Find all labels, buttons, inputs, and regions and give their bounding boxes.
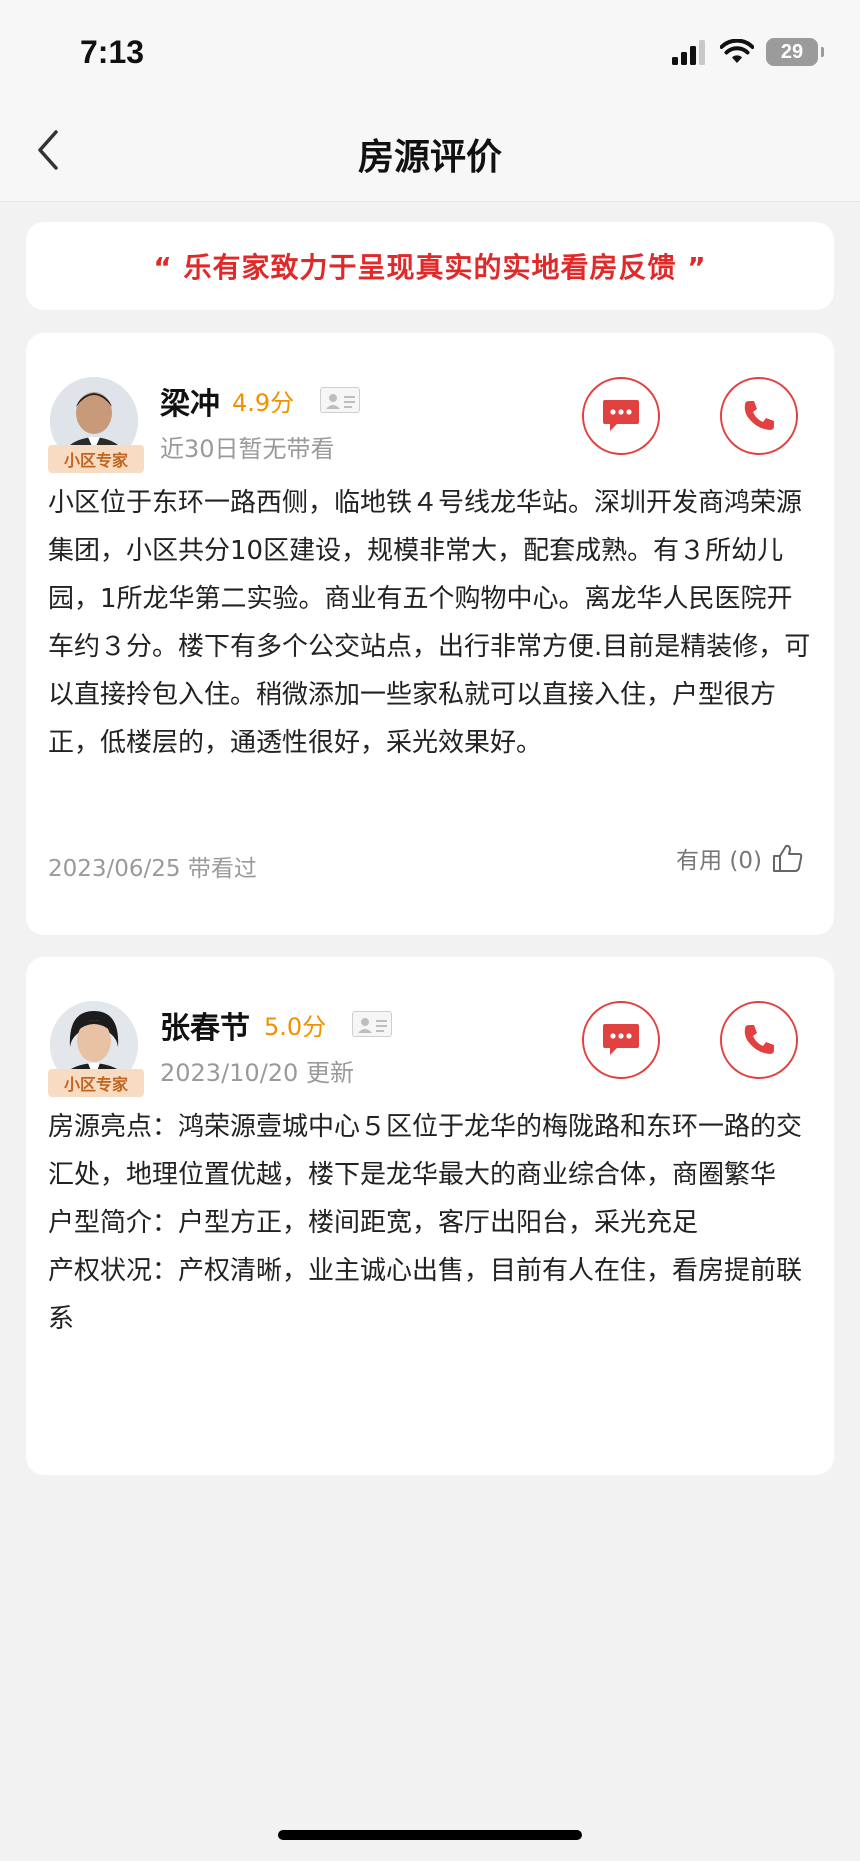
status-bar: 7:13 29 [0, 0, 860, 100]
expert-badge: 小区专家 [48, 445, 144, 473]
nav-bar: 房源评价 [0, 100, 860, 202]
business-card-icon[interactable] [320, 387, 360, 413]
home-indicator [278, 1830, 582, 1840]
phone-icon [744, 401, 774, 430]
phone-icon [744, 1025, 774, 1054]
review-text: 房源亮点：鸿荣源壹城中心５区位于龙华的梅陇路和东环一路的交汇处，地理位置优越，楼… [48, 1112, 803, 1334]
signal-icon [672, 40, 705, 65]
avatar-wrapper[interactable]: 小区专家 [48, 377, 148, 477]
status-time: 7:13 [80, 34, 145, 70]
message-button[interactable] [582, 377, 660, 455]
battery-icon: 29 [766, 38, 824, 66]
review-date: 2023/06/25 带看过 [48, 856, 257, 882]
page-title: 房源评价 [357, 137, 502, 178]
status-icons: 29 [672, 38, 824, 66]
slogan-banner: “ 乐有家致力于呈现真实的实地看房反馈 ” [26, 222, 834, 310]
chat-icon [603, 1024, 639, 1055]
call-button[interactable] [720, 377, 798, 455]
business-card-icon[interactable] [352, 1011, 392, 1037]
call-button[interactable] [720, 1001, 798, 1079]
useful-label: 有用 (0) [676, 848, 762, 874]
agent-score: 4.9分 [232, 389, 295, 417]
agent-name: 张春节 [160, 1011, 250, 1046]
wifi-icon [720, 39, 754, 63]
review-text: 小区位于东环一路西侧，临地铁４号线龙华站。深圳开发商鸿荣源集团，小区共分10区建… [48, 488, 811, 758]
review-card: 小区专家 梁冲 4.9分 近30日暂无带看 小区位于东环一路西侧，临地铁４号线龙… [26, 333, 834, 935]
thumbs-up-icon [773, 844, 803, 872]
agent-updated: 2023/10/20 更新 [160, 1059, 354, 1087]
chat-icon [603, 400, 639, 431]
agent-name: 梁冲 [160, 387, 220, 422]
agent-score: 5.0分 [264, 1013, 327, 1041]
agent-activity: 近30日暂无带看 [160, 435, 335, 463]
avatar-wrapper[interactable]: 小区专家 [48, 1001, 148, 1101]
expert-badge: 小区专家 [48, 1069, 144, 1097]
review-card: 小区专家 张春节 5.0分 2023/10/20 更新 房源亮点：鸿荣源壹城中心… [26, 957, 834, 1475]
message-button[interactable] [582, 1001, 660, 1079]
useful-button[interactable]: 有用 (0) [676, 841, 804, 875]
